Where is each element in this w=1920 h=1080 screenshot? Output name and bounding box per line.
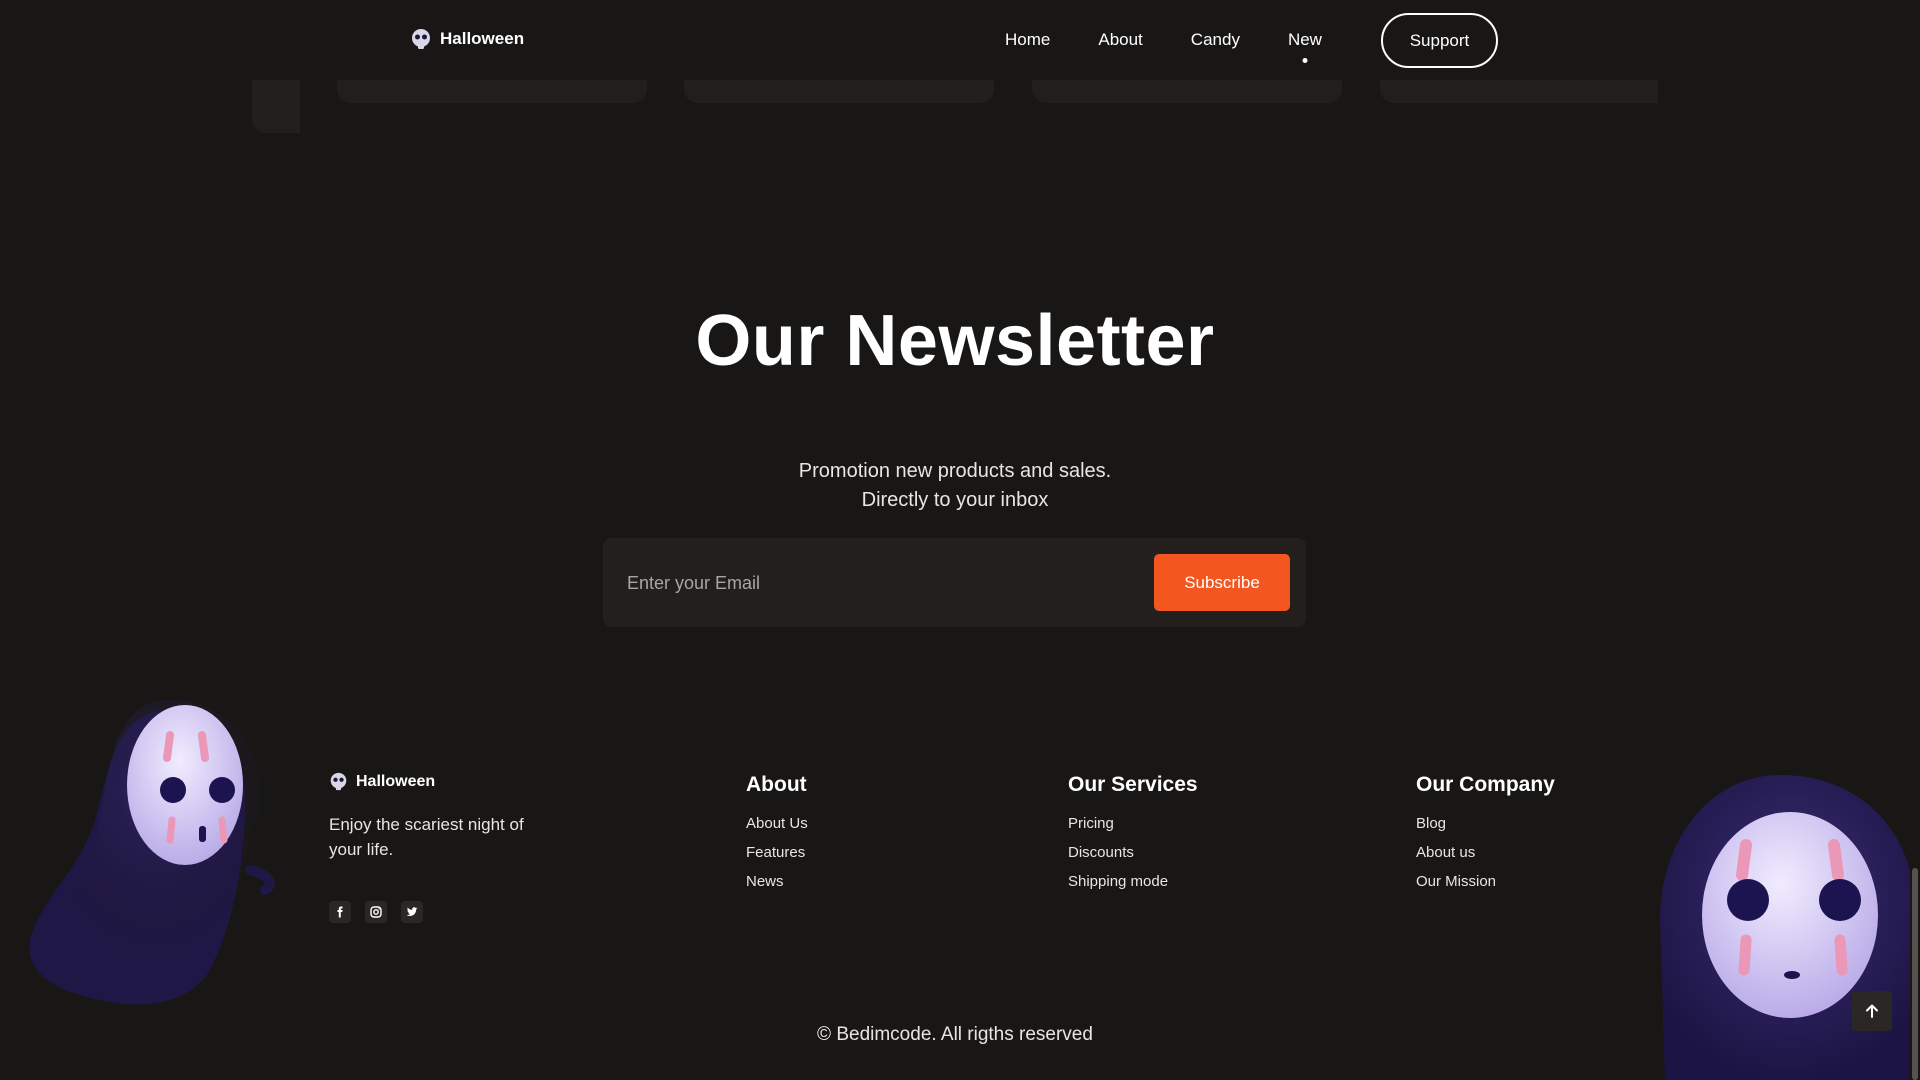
- main-nav: Home About Candy New: [1005, 30, 1322, 50]
- card-stub-side: [252, 80, 300, 133]
- facebook-icon[interactable]: [329, 901, 351, 923]
- arrow-up-icon: [1866, 1004, 1878, 1018]
- footer-brand-name: Halloween: [356, 772, 436, 790]
- email-input[interactable]: [627, 560, 1107, 606]
- nav-home[interactable]: Home: [1005, 30, 1050, 50]
- site-header: Halloween Home About Candy New Support: [0, 0, 1920, 80]
- nav-new[interactable]: New: [1288, 30, 1322, 50]
- social-links: [329, 901, 423, 923]
- footer-link-news[interactable]: News: [746, 873, 784, 890]
- footer-link-discounts[interactable]: Discounts: [1068, 844, 1134, 861]
- brand-logo[interactable]: Halloween: [410, 28, 524, 50]
- newsletter-desc-line: Directly to your inbox: [861, 489, 1049, 511]
- newsletter-title: Our Newsletter: [695, 301, 1215, 381]
- twitter-icon[interactable]: [401, 901, 423, 923]
- support-button[interactable]: Support: [1381, 13, 1498, 68]
- footer-link-blog[interactable]: Blog: [1416, 815, 1446, 832]
- subscribe-button[interactable]: Subscribe: [1154, 554, 1290, 611]
- footer-column-title: Our Company: [1416, 773, 1555, 796]
- skull-logo-icon: [412, 29, 430, 49]
- page-scrollbar[interactable]: [1910, 0, 1920, 1080]
- ghost-illustration-left: [29, 700, 275, 1005]
- footer-column-company: Our Company Blog About us Our Mission: [1416, 773, 1555, 902]
- footer-link-pricing[interactable]: Pricing: [1068, 815, 1114, 832]
- footer-link-features[interactable]: Features: [746, 844, 805, 861]
- footer-column-services: Our Services Pricing Discounts Shipping …: [1068, 773, 1198, 902]
- nav-candy[interactable]: Candy: [1191, 30, 1240, 50]
- footer-column-title: Our Services: [1068, 773, 1198, 796]
- copyright-text: © Bedimcode. All rigths reserved: [817, 1024, 1093, 1045]
- scrollbar-thumb[interactable]: [1912, 868, 1918, 1080]
- brand-name: Halloween: [440, 29, 525, 48]
- instagram-icon[interactable]: [365, 901, 387, 923]
- skull-logo-icon: [330, 772, 347, 791]
- footer-column-title: About: [746, 773, 807, 796]
- newsletter-description: Promotion new products and sales. Direct…: [0, 457, 1910, 515]
- footer-tagline: Enjoy the scariest night of your life.: [329, 815, 524, 859]
- footer-column-about: About About Us Features News: [746, 773, 808, 902]
- footer-brand[interactable]: Halloween: [329, 772, 435, 791]
- nav-about[interactable]: About: [1098, 30, 1142, 50]
- footer-link-about-us[interactable]: About Us: [746, 815, 808, 832]
- scroll-to-top-button[interactable]: [1852, 991, 1892, 1031]
- subscribe-form: Subscribe: [603, 538, 1306, 627]
- footer-link-our-mission[interactable]: Our Mission: [1416, 873, 1496, 890]
- footer-link-about-us-company[interactable]: About us: [1416, 844, 1475, 861]
- newsletter-desc-line: Promotion new products and sales.: [798, 460, 1112, 482]
- footer-link-shipping-mode[interactable]: Shipping mode: [1068, 873, 1168, 890]
